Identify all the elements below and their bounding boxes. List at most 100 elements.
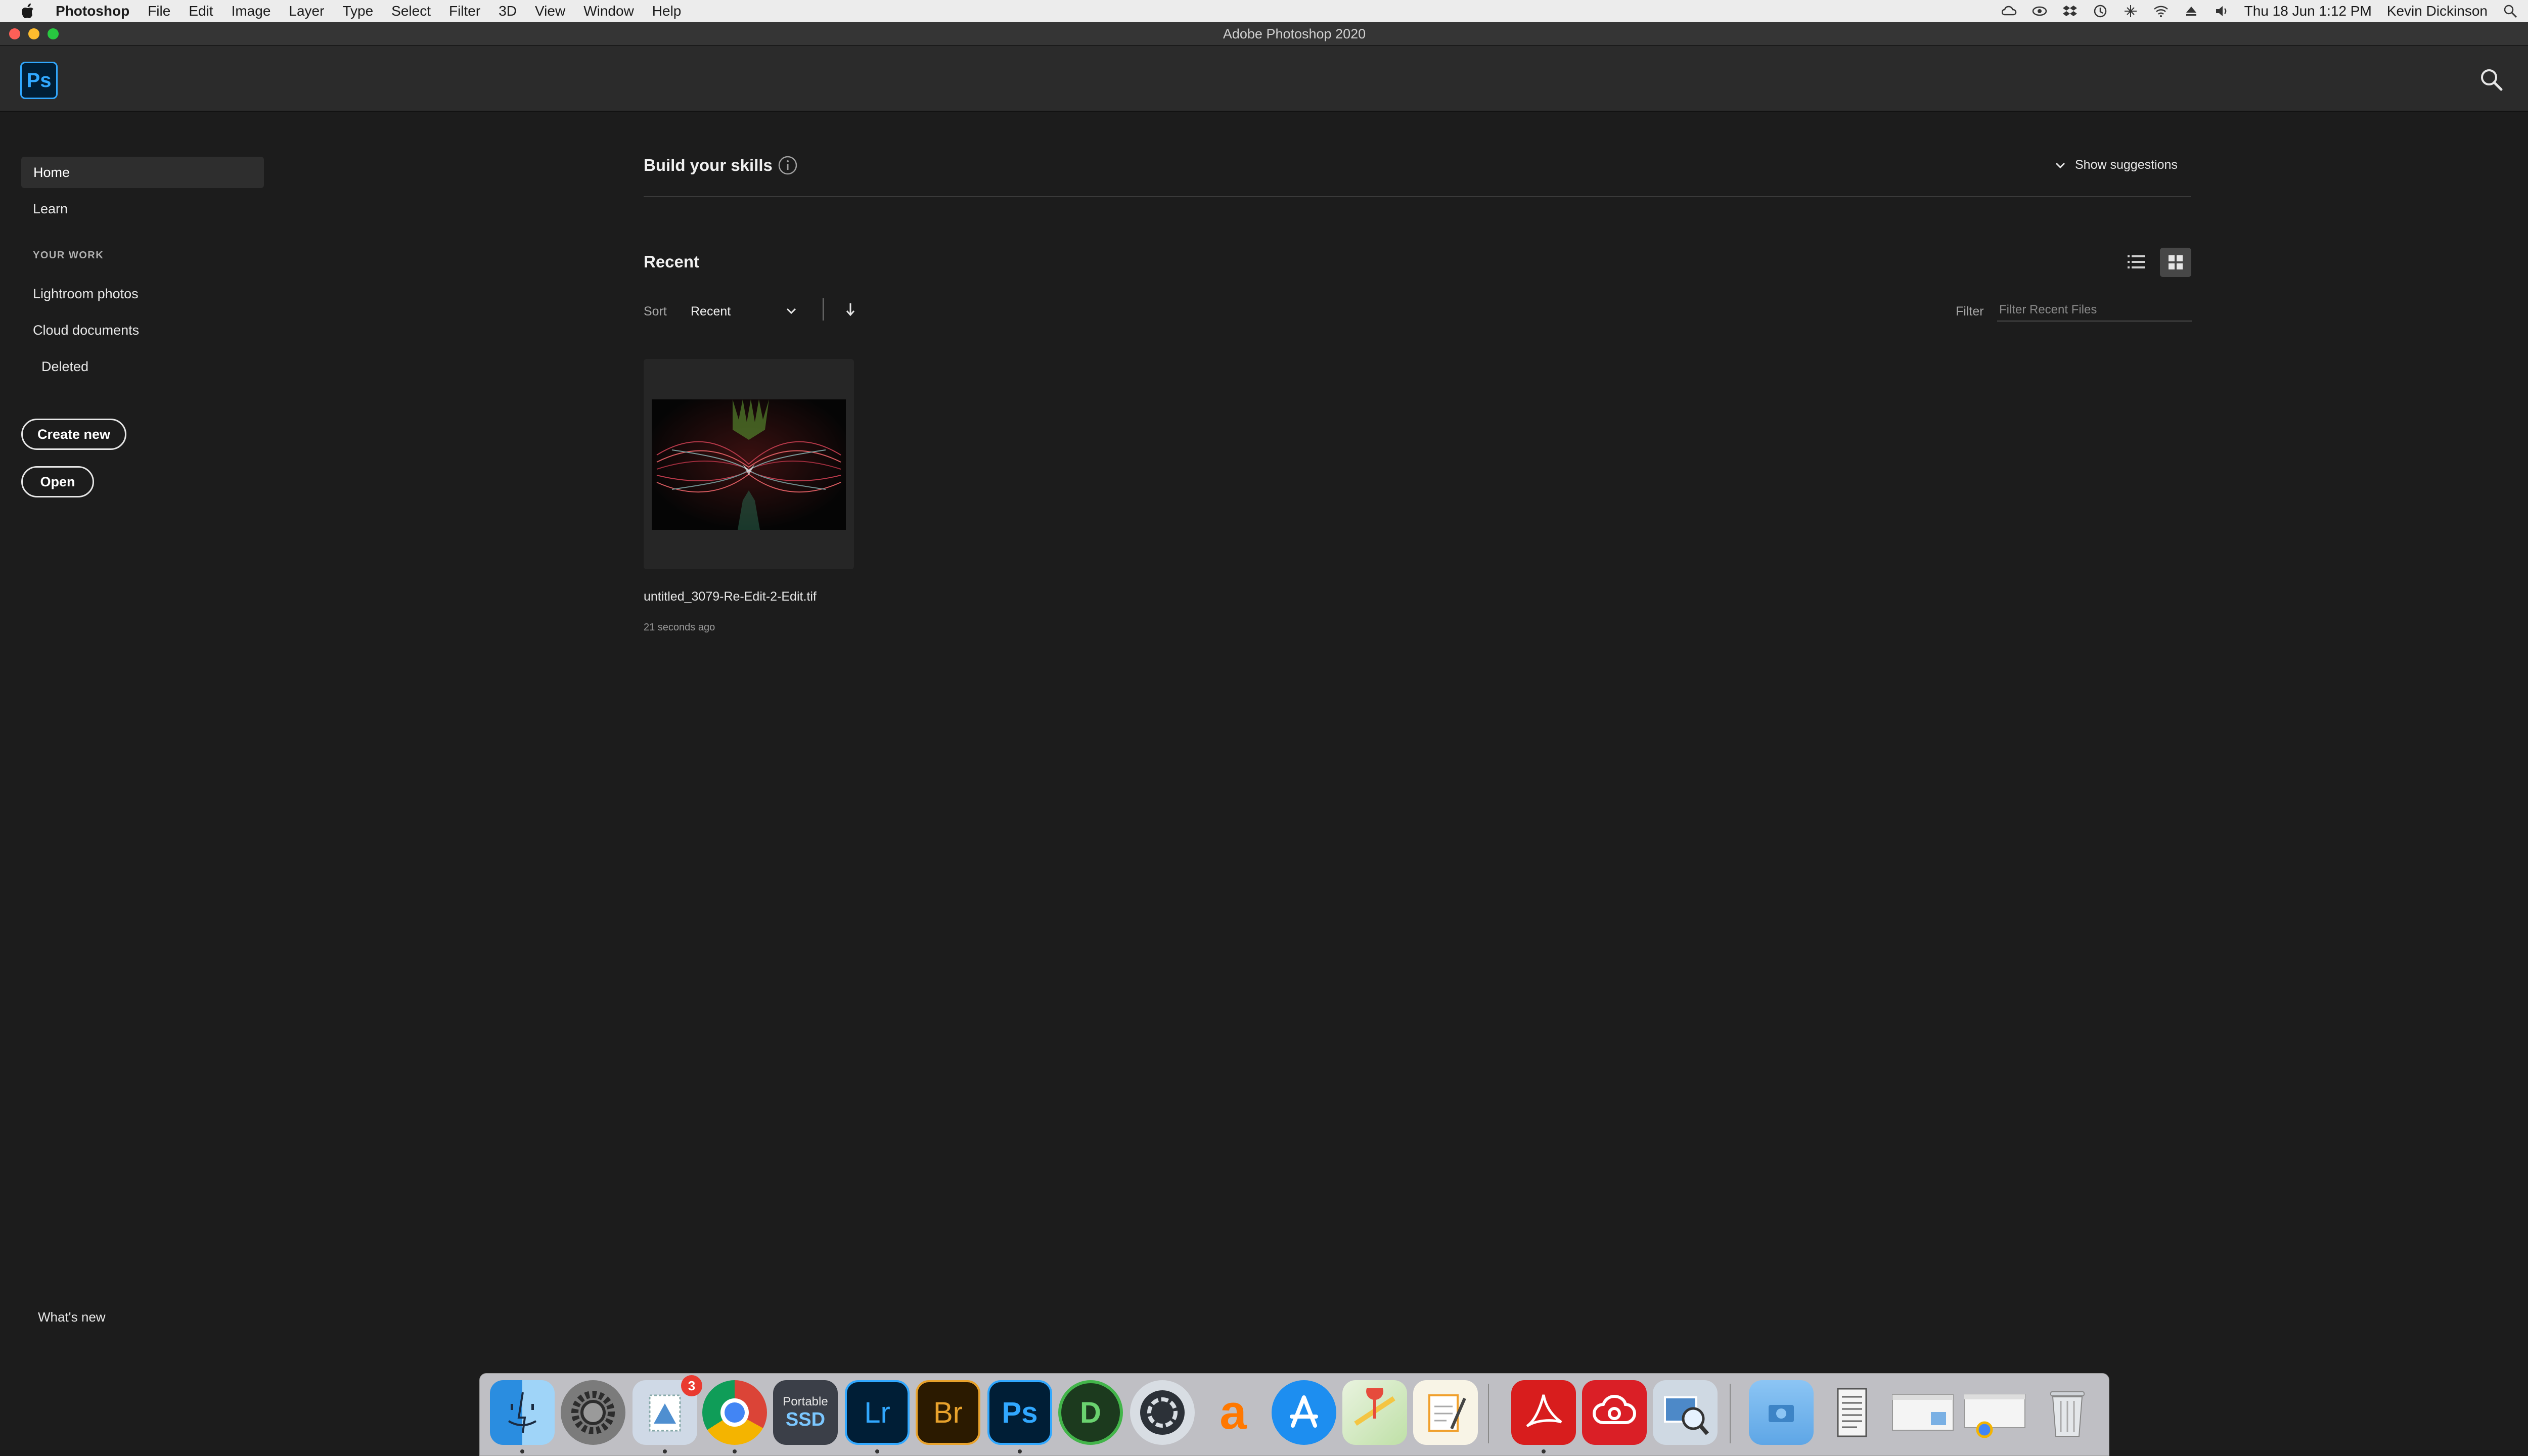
fractal-thumbnail-image <box>652 399 846 530</box>
acrobat-dock-icon[interactable] <box>1511 1380 1576 1445</box>
mac-menubar: Photoshop File Edit Image Layer Type Sel… <box>0 0 2528 22</box>
zoom-window-button[interactable] <box>48 28 59 39</box>
show-suggestions-toggle[interactable]: Show suggestions <box>2054 158 2178 172</box>
creative-cloud-icon <box>1592 1394 1637 1424</box>
photoshop-logo[interactable]: Ps <box>20 62 58 99</box>
menu-view[interactable]: View <box>526 3 574 19</box>
dropbox-icon[interactable] <box>2062 4 2078 19</box>
minimized-window-2-dock-icon[interactable] <box>1962 1380 2027 1445</box>
close-window-button[interactable] <box>9 28 20 39</box>
preview-dock-icon[interactable] <box>1653 1380 1718 1445</box>
menu-app-photoshop[interactable]: Photoshop <box>50 3 139 19</box>
eject-icon[interactable] <box>2184 4 2199 19</box>
sort-dropdown[interactable]: Recent <box>691 304 731 319</box>
whats-new-link[interactable]: What's new <box>38 1309 106 1325</box>
network-icon[interactable] <box>2123 4 2138 19</box>
recent-file-timestamp: 21 seconds ago <box>644 622 715 633</box>
build-your-skills-title: Build your skills <box>644 156 773 174</box>
avast-dock-icon[interactable]: a <box>1201 1380 1266 1445</box>
preview-magnifier-icon <box>1664 1396 1709 1435</box>
volume-icon[interactable] <box>2214 4 2229 19</box>
system-preferences-dock-icon[interactable] <box>561 1380 625 1445</box>
grid-view-button[interactable] <box>2160 248 2191 277</box>
menu-window[interactable]: Window <box>574 3 643 19</box>
menu-3d[interactable]: 3D <box>489 3 526 19</box>
sidebar-item-learn[interactable]: Learn <box>33 201 68 217</box>
open-button[interactable]: Open <box>21 466 94 497</box>
map-pin-icon <box>1354 1388 1395 1426</box>
downloads-folder-dock-icon[interactable] <box>1749 1380 1814 1445</box>
dock-separator-2 <box>1730 1384 1731 1443</box>
menu-file[interactable]: File <box>139 3 179 19</box>
wifi-icon[interactable] <box>2153 4 2169 19</box>
camera-folder-icon <box>1769 1405 1794 1422</box>
recent-file-name[interactable]: untitled_3079-Re-Edit-2-Edit.tif <box>644 589 817 604</box>
app-store-a-icon <box>1290 1395 1318 1428</box>
app-header: Ps <box>0 46 2528 112</box>
trash-dock-icon[interactable] <box>2035 1380 2100 1445</box>
photoshop-dock-icon[interactable]: Ps <box>987 1380 1052 1445</box>
recent-title: Recent <box>644 252 700 271</box>
window-thumbnail-icon <box>1892 1394 1954 1431</box>
mail-dock-icon[interactable]: 3 <box>633 1375 702 1445</box>
grid-view-icon <box>2169 255 2183 269</box>
filter-recent-files-input[interactable] <box>1997 299 2192 322</box>
finder-dock-icon[interactable] <box>490 1380 555 1445</box>
portable-ssd-dock-icon[interactable]: Portable SSD <box>773 1380 838 1445</box>
aperture-icon <box>1140 1390 1185 1435</box>
apple-logo-icon[interactable] <box>21 4 34 19</box>
finder-face-icon <box>508 1392 537 1433</box>
create-new-button[interactable]: Create new <box>21 419 126 450</box>
mail-running-indicator <box>663 1449 667 1453</box>
sidebar-item-lightroom-photos[interactable]: Lightroom photos <box>33 286 139 302</box>
minimized-window-1-dock-icon[interactable] <box>1890 1380 1955 1445</box>
ssd-label-bottom: SSD <box>785 1408 826 1430</box>
dock-separator <box>1488 1384 1489 1443</box>
section-divider <box>644 196 2191 197</box>
sort-label: Sort <box>644 304 667 318</box>
sidebar-item-home[interactable]: Home <box>21 157 264 188</box>
chevron-down-icon <box>2055 162 2065 168</box>
maps-dock-icon[interactable] <box>1342 1380 1407 1445</box>
menu-help[interactable]: Help <box>643 3 691 19</box>
creative-cloud-status-icon[interactable] <box>2001 4 2017 19</box>
sort-chevron-down-icon[interactable] <box>784 303 799 318</box>
menu-select[interactable]: Select <box>382 3 440 19</box>
sidebar-item-cloud-documents[interactable]: Cloud documents <box>33 323 139 338</box>
chrome-running-indicator <box>733 1449 737 1453</box>
app-store-dock-icon[interactable] <box>1272 1380 1336 1445</box>
recent-file-card[interactable] <box>644 359 854 569</box>
window-title: Adobe Photoshop 2020 <box>1223 26 1366 41</box>
macos-dock: 3 Portable SSD Lr Br Ps D a <box>479 1373 2109 1456</box>
bridge-dock-icon[interactable]: Br <box>916 1380 980 1445</box>
menu-image[interactable]: Image <box>222 3 280 19</box>
pages-dock-icon[interactable] <box>1413 1380 1478 1445</box>
minimize-window-button[interactable] <box>28 28 39 39</box>
acrobat-running-indicator <box>1542 1449 1546 1453</box>
sort-direction-arrow-icon[interactable] <box>842 300 859 318</box>
menu-layer[interactable]: Layer <box>280 3 333 19</box>
sidebar-item-deleted[interactable]: Deleted <box>41 359 88 375</box>
menu-type[interactable]: Type <box>333 3 382 19</box>
menu-edit[interactable]: Edit <box>179 3 222 19</box>
menu-filter[interactable]: Filter <box>440 3 489 19</box>
documents-stack-dock-icon[interactable] <box>1820 1380 1884 1445</box>
camera-lens-dock-icon[interactable] <box>1130 1380 1195 1445</box>
chrome-window-thumbnail-icon <box>1964 1394 2025 1438</box>
chrome-dock-icon[interactable] <box>702 1380 767 1445</box>
lightroom-dock-icon[interactable]: Lr <box>845 1380 910 1445</box>
topaz-denoise-dock-icon[interactable]: D <box>1058 1380 1123 1445</box>
gear-icon <box>571 1391 615 1434</box>
menubar-clock[interactable]: Thu 18 Jun 1:12 PM <box>2244 3 2372 19</box>
info-icon[interactable] <box>778 155 798 175</box>
search-icon[interactable] <box>2477 66 2506 94</box>
creative-cloud-dock-icon[interactable] <box>1582 1380 1647 1445</box>
list-view-icon[interactable] <box>2124 249 2149 275</box>
menubar-user-name[interactable]: Kevin Dickinson <box>2387 3 2488 19</box>
time-machine-icon[interactable] <box>2093 4 2108 19</box>
sidebar-section-your-work: YOUR WORK <box>33 250 104 261</box>
acrobat-icon <box>1526 1394 1562 1428</box>
eye-status-icon[interactable] <box>2032 4 2047 19</box>
finder-running-indicator <box>520 1449 524 1453</box>
spotlight-search-icon[interactable] <box>2503 4 2518 19</box>
